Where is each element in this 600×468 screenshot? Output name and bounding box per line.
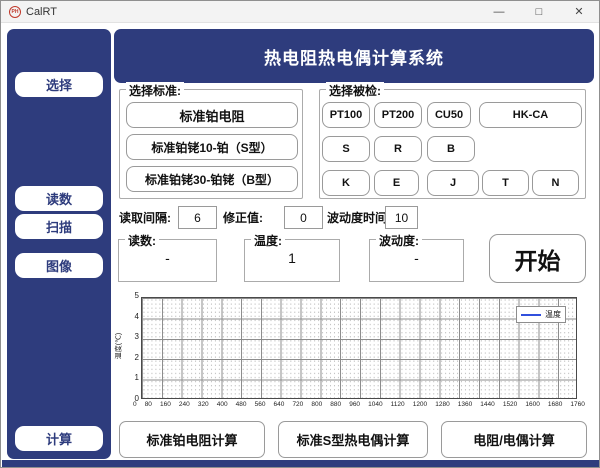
correction-label: 修正值: [223, 211, 263, 225]
fluctuation-readout-label: 波动度: [376, 232, 422, 249]
titlebar: PH CalRT — □ ✕ [1, 1, 599, 23]
x-tick-label: 1280 [435, 401, 450, 408]
tested-k-button[interactable]: K [322, 170, 370, 196]
x-tick-label: 320 [197, 401, 209, 408]
read-interval-input[interactable] [178, 206, 217, 229]
y-axis-ticks: 012345 [119, 291, 139, 403]
temperature-chart: 温度(℃) 012345 温度 0 80 160 240 320 400 480 560 640… [115, 291, 587, 415]
bottom-accent-bar [2, 460, 599, 467]
standard-pt-resistance-button[interactable]: 标准铂电阻 [126, 102, 298, 128]
app-window: PH CalRT — □ ✕ 选择 读数 扫描 图像 计算 热电阻热电偶计算系统… [0, 0, 600, 468]
x-tick-label: 1600 [525, 401, 540, 408]
x-tick-label: 1680 [547, 401, 563, 408]
start-button[interactable]: 开始 [489, 234, 586, 283]
x-tick-label: 1200 [412, 401, 428, 408]
header-banner: 热电阻热电偶计算系统 [114, 29, 594, 83]
standard-b-type-button[interactable]: 标准铂铑30-铂铑（B型） [126, 166, 298, 192]
fluctuation-time-label: 波动度时间: [327, 211, 391, 225]
x-tick-label: 160 [159, 401, 171, 408]
fluctuation-readout-value: - [414, 250, 419, 266]
y-tick-label: 2 [134, 352, 139, 362]
standard-s-calc-button[interactable]: 标准S型热电偶计算 [278, 421, 428, 458]
tested-pt100-button[interactable]: PT100 [322, 102, 370, 128]
fluctuation-readout: 波动度: - [369, 232, 464, 282]
window-title: CalRT [26, 5, 57, 18]
standard-s-type-button[interactable]: 标准铂铑10-铂（S型） [126, 134, 298, 160]
x-tick-label: 1120 [390, 401, 405, 408]
y-tick-label: 3 [134, 332, 139, 342]
correction-input[interactable] [284, 206, 323, 229]
chart-legend: 温度 [516, 306, 566, 323]
tested-n-button[interactable]: N [532, 170, 579, 196]
x-tick-label: 960 [349, 401, 361, 408]
x-tick-label: 480 [235, 401, 247, 408]
y-tick-label: 4 [134, 311, 139, 321]
temperature-readout-label: 温度: [251, 232, 285, 249]
x-tick-label: 880 [330, 401, 342, 408]
x-tick-label: 640 [273, 401, 285, 408]
fluctuation-time-input[interactable] [385, 206, 418, 229]
x-tick-label: 1760 [570, 401, 585, 408]
tested-pt200-button[interactable]: PT200 [374, 102, 422, 128]
standard-group-label: 选择标准: [126, 82, 184, 99]
reading-readout-label: 读数: [125, 232, 159, 249]
sidebar-item-image[interactable]: 图像 [15, 253, 103, 278]
tested-t-button[interactable]: T [482, 170, 529, 196]
y-tick-label: 1 [134, 373, 139, 383]
plot-area: 温度 [141, 297, 577, 399]
x-tick-label: 1360 [457, 401, 473, 408]
y-tick-label: 5 [134, 291, 139, 300]
standard-groupbox: 选择标准: 标准铂电阻 标准铂铑10-铂（S型） 标准铂铑30-铂铑（B型） [119, 82, 303, 199]
tested-hkca-button[interactable]: HK-CA [479, 102, 582, 128]
sidebar-item-scan[interactable]: 扫描 [15, 214, 103, 239]
x-axis-ticks: 0 80 160 240 320 400 480 560 640 720 800 880 960 1040… [133, 401, 585, 408]
x-tick-label: 800 [311, 401, 323, 408]
x-tick-label: 720 [292, 401, 304, 408]
read-interval-label: 读取间隔: [119, 211, 171, 225]
sidebar: 选择 读数 扫描 图像 计算 [7, 29, 111, 459]
x-tick-label: 0 [133, 401, 137, 408]
x-tick-label: 1040 [368, 401, 383, 408]
app-logo-icon: PH [9, 5, 21, 18]
x-tick-label: 560 [254, 401, 266, 408]
tested-cu50-button[interactable]: CU50 [427, 102, 471, 128]
sidebar-item-reading[interactable]: 读数 [15, 186, 103, 211]
tested-group-label: 选择被检: [326, 82, 384, 99]
temperature-readout: 温度: 1 [244, 232, 340, 282]
resistance-couple-calc-button[interactable]: 电阻/电偶计算 [441, 421, 587, 458]
legend-line-icon [521, 313, 541, 316]
x-tick-label: 80 [144, 401, 152, 408]
tested-r-button[interactable]: R [374, 136, 422, 162]
tested-j-button[interactable]: J [427, 170, 479, 196]
sidebar-item-select[interactable]: 选择 [15, 72, 103, 97]
maximize-icon[interactable]: □ [519, 1, 559, 22]
reading-readout: 读数: - [118, 232, 217, 282]
close-icon[interactable]: ✕ [559, 1, 599, 22]
standard-pt-calc-button[interactable]: 标准铂电阻计算 [119, 421, 265, 458]
x-tick-label: 400 [216, 401, 228, 408]
temperature-readout-value: 1 [288, 250, 296, 266]
x-tick-label: 240 [178, 401, 190, 408]
x-tick-label: 1520 [502, 401, 518, 408]
sidebar-item-calc[interactable]: 计算 [15, 426, 103, 451]
tested-e-button[interactable]: E [374, 170, 419, 196]
page-title: 热电阻热电偶计算系统 [264, 48, 444, 68]
legend-series-label: 温度 [545, 310, 561, 319]
minimize-icon[interactable]: — [479, 1, 519, 22]
x-tick-label: 1440 [480, 401, 495, 408]
tested-groupbox: 选择被检: PT100 PT200 CU50 HK-CA S R B K E J… [319, 82, 586, 199]
tested-b-button[interactable]: B [427, 136, 475, 162]
reading-readout-value: - [165, 250, 170, 266]
tested-s-button[interactable]: S [322, 136, 370, 162]
